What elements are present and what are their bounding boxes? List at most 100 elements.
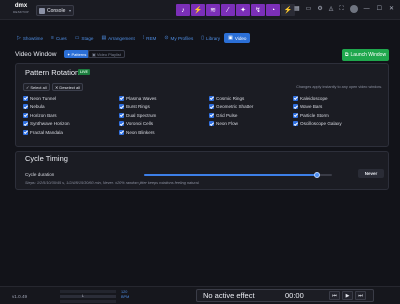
console-icon [39,7,45,14]
skip-back-icon[interactable]: ⏮ [329,291,340,300]
version-label: v1.0.49 [12,294,28,299]
minimize-icon[interactable]: — [364,5,370,13]
fullscreen-icon[interactable]: ⛶ [339,5,343,13]
tab-stage[interactable]: ▭ Stage [71,33,98,43]
monitor-icon[interactable]: ▭ [306,5,312,13]
pattern-option[interactable]: Oscilloscope Galaxy [293,121,342,127]
close-icon[interactable]: ✕ [389,5,394,13]
patterns-chip[interactable]: ✦ Patterns [64,50,90,58]
page-title: Video Window [15,51,57,58]
pattern-checkbox[interactable] [23,95,28,101]
wand-icon[interactable]: ⁄ [221,4,235,16]
pattern-option[interactable]: Voronoi Cells [119,121,153,127]
pattern-option[interactable]: Neon Tunnel [23,95,56,101]
window-controls: — ☐ ✕ [364,5,394,13]
pattern-checkbox[interactable] [119,121,124,126]
sparkle-icon[interactable]: ✦ [236,4,250,16]
visualizer-label: L [82,294,84,298]
tab-label: REM [146,35,157,41]
console-button[interactable]: Console ▾ [36,5,74,16]
pattern-option[interactable]: Geometric Shatter [209,104,253,110]
settings-icon[interactable]: ⚙ [317,5,322,13]
tab-label: Cues [55,35,67,41]
tab-label: Video [234,35,247,41]
pattern-checkbox[interactable] [293,104,298,109]
tab-arrangement[interactable]: ▤ Arrangement [97,33,138,43]
pattern-checkbox[interactable] [293,95,298,101]
waveform-icon[interactable]: ≋ [206,4,220,16]
avatar[interactable] [349,5,358,13]
pattern-label: Grid Pulse [216,112,238,118]
deselect-all-label: Deselect all [59,84,81,90]
pattern-option[interactable]: Horizon Bars [23,112,57,118]
pattern-checkbox[interactable] [119,129,124,135]
pattern-option[interactable]: Wave Bars [293,104,322,110]
pattern-option[interactable]: Cosmic Rings [209,95,244,101]
title-bar: dmx DESKTOP Console ▾ ♪ ⚡ ≋ ⁄ ✦ ↯ ◔ ⚡ ▦ ▭ ⚙ ◬ ⛶… [0,0,400,20]
patterns-chip-label: Patterns [71,51,87,57]
dots-icon: ⁞ [142,35,145,41]
skip-forward-icon[interactable]: ⏭ [355,291,366,300]
bell-icon[interactable]: ◬ [329,5,334,13]
bpm-label: BPM [121,295,130,299]
pattern-checkbox[interactable] [23,121,28,126]
play-icon[interactable]: ▶ [342,291,353,300]
tab-showtime[interactable]: ▷ Showtime [13,33,47,43]
app-logo: dmx DESKTOP [13,3,29,14]
pattern-option[interactable]: Dual Spectrum [119,112,156,118]
deselect-all-button[interactable]: ✕ Deselect all [52,83,84,91]
pattern-option[interactable]: Plasma Waves [119,95,156,101]
tab-rem[interactable]: ⁞ REM [139,33,161,43]
pattern-option[interactable]: Kaleidoscope [293,95,328,101]
cycle-duration-slider[interactable] [144,172,332,178]
slider-thumb[interactable] [313,172,320,178]
profile-icon: ⊙ [164,35,169,41]
pattern-checkbox[interactable] [209,95,214,101]
slider-fill [144,174,317,176]
bpm-readout[interactable]: 120 BPM [121,290,129,300]
never-button[interactable]: Never [358,169,384,178]
pattern-option[interactable]: Nebula [23,104,45,110]
pattern-checkbox[interactable] [23,112,28,118]
lightning-icon[interactable]: ↯ [251,4,265,16]
pattern-checkbox[interactable] [209,121,214,126]
tab-cues[interactable]: ≡ Cues [47,33,71,43]
gauge-icon[interactable]: ◔ [266,4,280,16]
tab-label: Library [206,35,221,41]
select-all-button[interactable]: ✓ Select all [23,83,50,91]
mini-visualizer: L [60,290,116,303]
pattern-option[interactable]: Particle Storm [293,112,329,118]
video-icon: ▣ [228,35,233,41]
pattern-option[interactable]: Neon Flow [209,121,238,127]
pattern-checkbox[interactable] [23,104,28,109]
pattern-checkbox[interactable] [119,112,124,118]
launch-window-label: Launch Window [350,52,387,58]
pattern-option[interactable]: Fractal Mandala [23,129,63,135]
pattern-checkbox[interactable] [23,129,28,135]
window-tools: ▦ ▭ ⚙ ◬ ⛶ [294,5,358,13]
play-icon: ▷ [17,35,21,41]
tab-video[interactable]: ▣ Video [224,33,251,43]
pattern-checkbox[interactable] [209,104,214,109]
pattern-option[interactable]: Synthwave Horizon [23,121,70,127]
pattern-option[interactable]: Burst Rings [119,104,150,110]
video-playlist-chip[interactable]: ▣ Video Playlist [88,50,125,58]
pattern-checkbox[interactable] [119,104,124,109]
bolt-icon[interactable]: ⚡ [191,4,205,16]
pattern-checkbox[interactable] [293,112,298,118]
tab-library[interactable]: ▯ Library [197,33,224,43]
maximize-icon[interactable]: ☐ [377,5,382,13]
pattern-label: Cosmic Rings [216,95,245,101]
pattern-checkbox[interactable] [209,112,214,118]
pattern-checkbox[interactable] [119,95,124,101]
launch-window-button[interactable]: ⧉ Launch Window [342,49,389,61]
grid-icon[interactable]: ▦ [294,5,300,13]
pattern-option[interactable]: Neon Blinkers [119,129,155,135]
pattern-option[interactable]: Grid Pulse [209,112,237,118]
music-icon[interactable]: ♪ [176,4,190,16]
tab-my-profiles[interactable]: ⊙ My Profiles [160,33,197,43]
pattern-checkbox[interactable] [293,121,298,126]
effect-time: 00:00 [285,291,304,300]
bolt-alt-icon[interactable]: ⚡ [281,4,295,16]
pattern-rotation-card: Pattern Rotation LIVE ✓ Select all ✕ Desel… [15,63,389,147]
